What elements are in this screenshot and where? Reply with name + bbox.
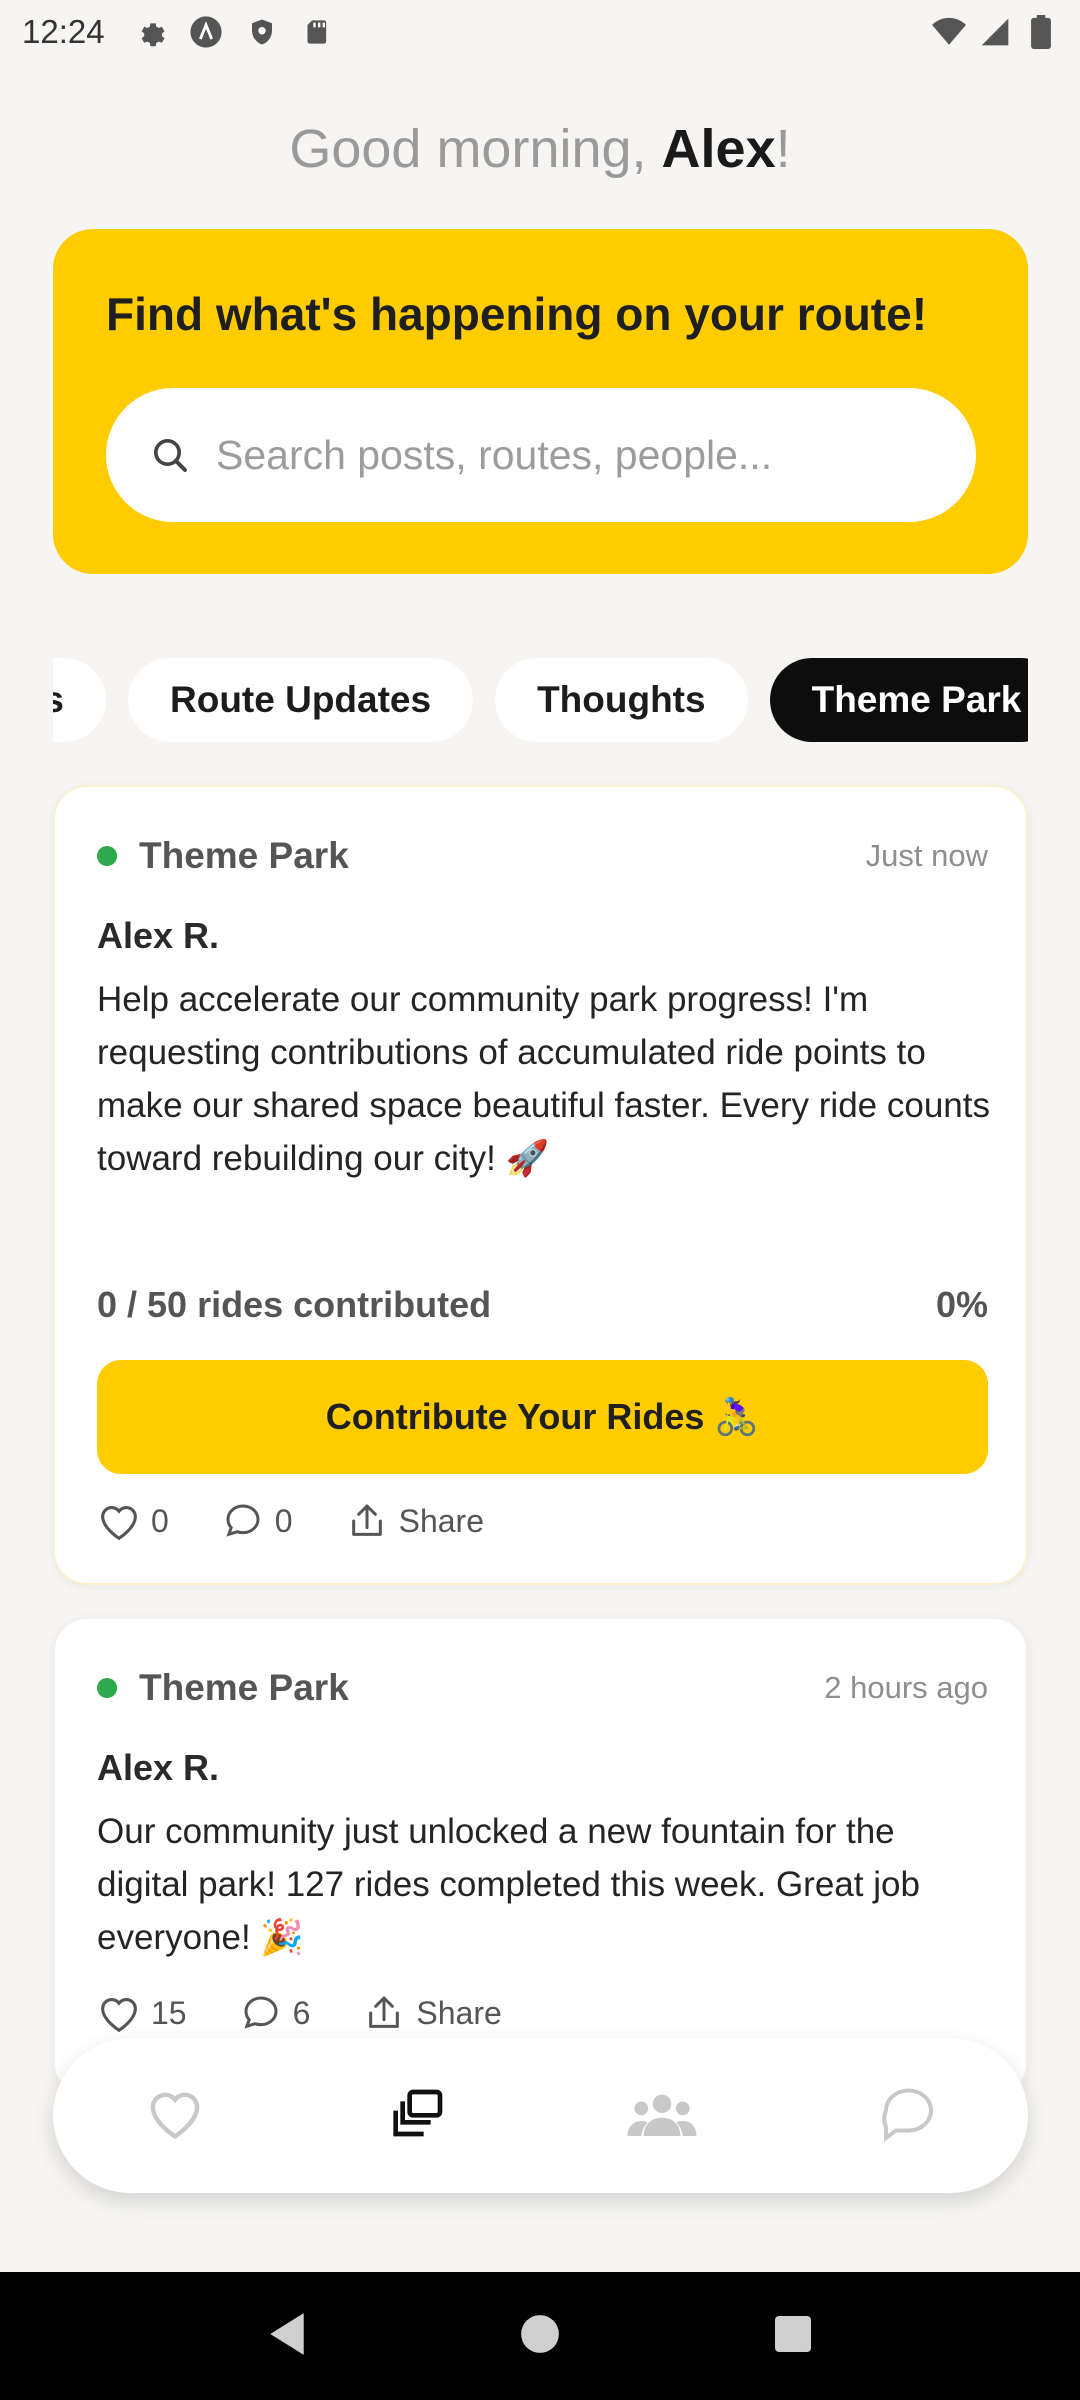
sd-card-icon	[301, 15, 335, 49]
chip-route-updates[interactable]: Route Updates	[128, 658, 474, 742]
progress-percent: 0%	[935, 1284, 988, 1325]
community-icon	[627, 2090, 697, 2141]
nav-favorites[interactable]	[120, 2061, 230, 2171]
system-nav-bar	[0, 2272, 1080, 2400]
nav-community[interactable]	[607, 2061, 717, 2171]
status-dot	[97, 846, 117, 866]
status-bar: 12:24	[0, 0, 1080, 64]
share-icon	[362, 1991, 406, 2035]
nav-chat[interactable]	[851, 2061, 961, 2171]
chip-label: Route Updates	[170, 679, 432, 720]
comment-icon	[239, 1991, 283, 2035]
share-icon	[345, 1499, 389, 1543]
heart-icon	[145, 2086, 205, 2145]
like-button[interactable]: 15	[97, 1991, 187, 2035]
search-icon	[148, 433, 192, 477]
post-category: Theme Park	[139, 835, 349, 876]
post-body: Our community just unlocked a new founta…	[97, 1812, 920, 1957]
share-label: Share	[416, 1994, 502, 2031]
shield-icon	[245, 15, 279, 49]
post-card: Theme Park 2 hours ago Alex R. Our commu…	[53, 1617, 1028, 2097]
search-input[interactable]	[216, 431, 916, 479]
progress-row: 0 / 50 rides contributed 0%	[97, 1284, 988, 1326]
greeting: Good morning, Alex!	[0, 118, 1080, 180]
share-button[interactable]: Share	[362, 1991, 502, 2035]
post-card: Theme Park Just now Alex R. Help acceler…	[53, 785, 1028, 1585]
back-triangle-icon	[266, 2311, 308, 2362]
recents-button[interactable]	[763, 2306, 823, 2366]
greeting-prefix: Good morning,	[289, 119, 662, 179]
chip-label: Thoughts	[537, 679, 706, 720]
heart-icon	[97, 1991, 141, 2035]
post-body: Help accelerate our community park progr…	[97, 980, 990, 1178]
bottom-nav	[53, 2038, 1028, 2193]
search-bar[interactable]	[106, 388, 976, 522]
status-time: 12:24	[22, 13, 105, 50]
post-header: Theme Park 2 hours ago	[97, 1667, 988, 1709]
comment-button[interactable]: 6	[239, 1991, 311, 2035]
like-button[interactable]: 0	[97, 1499, 169, 1543]
heart-icon	[97, 1499, 141, 1543]
greeting-suffix: !	[775, 119, 791, 179]
post-header: Theme Park Just now	[97, 835, 988, 877]
feed-icon	[391, 2085, 447, 2146]
signal-icon	[978, 15, 1012, 49]
back-button[interactable]	[257, 2306, 317, 2366]
like-count: 15	[151, 1994, 187, 2031]
comment-count: 6	[292, 1994, 311, 2031]
wifi-icon	[932, 15, 966, 49]
post-time: Just now	[865, 838, 988, 873]
post-author: Alex R.	[97, 1747, 220, 1788]
post-time: 2 hours ago	[824, 1670, 988, 1705]
category-chips: s Route Updates Thoughts Theme Park	[53, 658, 1028, 744]
comment-count: 0	[274, 1502, 293, 1539]
share-label: Share	[398, 1502, 484, 1539]
battery-icon	[1024, 15, 1058, 49]
progress-text: 0 / 50 rides contributed	[97, 1284, 492, 1325]
a-circle-icon	[189, 15, 223, 49]
post-author: Alex R.	[97, 915, 220, 956]
recents-square-icon	[773, 2314, 813, 2359]
like-count: 0	[151, 1502, 169, 1539]
comment-icon	[221, 1499, 265, 1543]
post-actions: 15 6 Share	[97, 1991, 554, 2035]
chip-label: Theme Park	[811, 679, 1022, 720]
chip-thoughts[interactable]: Thoughts	[495, 658, 748, 742]
share-button[interactable]: Share	[345, 1499, 484, 1543]
chip-partial[interactable]: s	[53, 658, 106, 742]
status-dot	[97, 1678, 117, 1698]
post-actions: 0 0 Share	[97, 1499, 536, 1543]
greeting-name: Alex	[661, 119, 776, 179]
comment-button[interactable]: 0	[221, 1499, 293, 1543]
post-category: Theme Park	[139, 1667, 349, 1708]
chip-theme-park[interactable]: Theme Park	[769, 658, 1028, 742]
gear-icon	[133, 15, 167, 49]
home-button[interactable]	[510, 2306, 570, 2366]
home-circle-icon	[519, 2313, 561, 2360]
chip-label: s	[53, 679, 64, 720]
hero-banner: Find what's happening on your route!	[53, 229, 1028, 574]
chat-icon	[874, 2083, 938, 2148]
hero-title: Find what's happening on your route!	[106, 288, 928, 340]
contribute-button[interactable]: Contribute Your Rides 🚴‍♀️	[97, 1360, 988, 1474]
nav-feed[interactable]	[364, 2061, 474, 2171]
